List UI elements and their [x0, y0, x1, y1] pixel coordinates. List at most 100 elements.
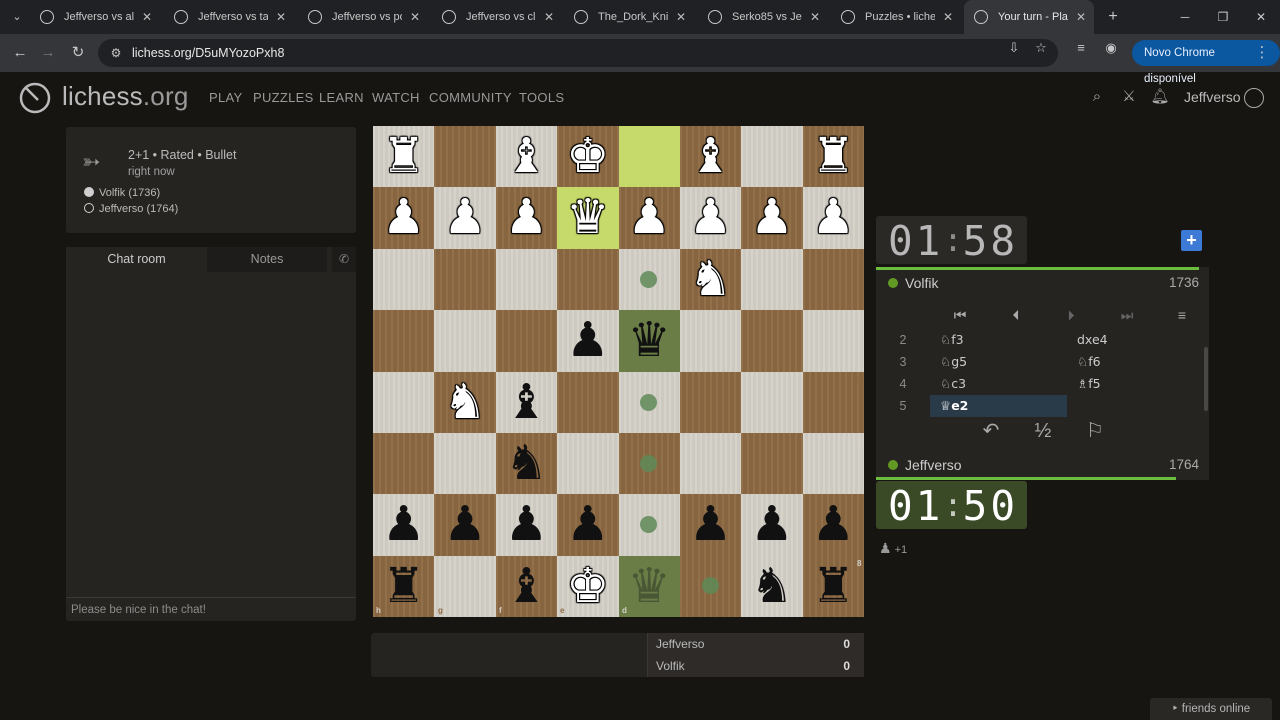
- move-hint-dot[interactable]: [640, 516, 657, 533]
- menu-hamburger-icon[interactable]: ≡: [1162, 301, 1202, 329]
- black-bishop-piece[interactable]: ♝: [496, 556, 557, 617]
- black-knight-piece[interactable]: ♞: [496, 433, 557, 494]
- browser-tab[interactable]: Jeffverso vs clag ✕: [432, 0, 562, 34]
- white-move[interactable]: ♘g5: [930, 351, 1067, 373]
- board-square[interactable]: [741, 126, 803, 188]
- my-name[interactable]: Jeffverso: [905, 451, 962, 479]
- white-player[interactable]: Volfik (1736): [84, 187, 160, 199]
- white-pawn-piece[interactable]: ♟: [434, 187, 495, 248]
- black-knight-piece[interactable]: ♞: [741, 556, 802, 617]
- close-icon[interactable]: ✕: [1076, 0, 1086, 34]
- black-pawn-piece[interactable]: ♟: [741, 494, 802, 555]
- browser-tab[interactable]: Jeffverso vs al_a ✕: [30, 0, 160, 34]
- move-hint-dot[interactable]: [640, 271, 657, 288]
- give-time-button[interactable]: +: [1181, 230, 1202, 251]
- move-hint-dot[interactable]: [640, 394, 657, 411]
- black-pawn-piece[interactable]: ♟: [434, 494, 495, 555]
- board-square[interactable]: [373, 310, 435, 372]
- white-knight-piece[interactable]: ♞: [680, 249, 741, 310]
- tab-search-icon[interactable]: ⌄: [6, 6, 28, 28]
- close-icon[interactable]: ✕: [142, 0, 152, 34]
- white-bishop-piece[interactable]: ♝: [496, 126, 557, 187]
- minimize-icon[interactable]: ─: [1166, 0, 1204, 34]
- black-player[interactable]: Jeffverso (1764): [84, 203, 178, 215]
- tab-chat-room[interactable]: Chat room: [66, 247, 207, 272]
- site-info-icon[interactable]: ⚙: [108, 45, 124, 61]
- nav-puzzles[interactable]: PUZZLES: [253, 90, 314, 105]
- board-square[interactable]: [434, 310, 496, 372]
- black-rook-piece[interactable]: ♜: [803, 556, 864, 617]
- chess-board[interactable]: ♜ ♝ ♚ ♝ ♜ ♟ ♟ ♟ ♛ ♟ ♟ ♟ ♟ ♞ ♞ ♟ ♛ ♝ ♞ ♟ …: [373, 126, 864, 617]
- board-square[interactable]: [679, 310, 742, 372]
- board-square[interactable]: [434, 555, 496, 617]
- black-pawn-piece[interactable]: ♟: [496, 494, 557, 555]
- browser-tab[interactable]: Puzzles • lichess ✕: [831, 0, 961, 34]
- white-move[interactable]: ♘f3: [930, 329, 1067, 351]
- white-rook-piece[interactable]: ♜: [803, 126, 864, 187]
- white-pawn-piece[interactable]: ♟: [373, 187, 434, 248]
- board-square[interactable]: [495, 248, 558, 311]
- lichess-logo-icon[interactable]: [18, 80, 52, 114]
- board-square[interactable]: [557, 248, 619, 311]
- bell-icon[interactable]: 🔔︎: [1150, 87, 1170, 107]
- next-move-icon[interactable]: ⏵: [1051, 301, 1091, 329]
- browser-tab[interactable]: The_Dork_Knight ✕: [564, 0, 694, 34]
- opponent-row[interactable]: Volfik 1736: [876, 269, 1209, 297]
- board-square[interactable]: [679, 371, 742, 433]
- black-pawn-piece[interactable]: ♟: [680, 494, 741, 555]
- install-app-icon[interactable]: ⇩: [1006, 40, 1022, 56]
- previous-move-icon[interactable]: ⏴: [996, 301, 1036, 329]
- board-square[interactable]: [679, 432, 742, 495]
- white-pawn-piece[interactable]: ♟: [741, 187, 802, 248]
- board-square[interactable]: [802, 310, 864, 372]
- address-bar[interactable]: ⚙ lichess.org/D5uMYozoPxh8: [98, 39, 1058, 67]
- black-bishop-piece[interactable]: ♝: [496, 372, 557, 433]
- browser-tab[interactable]: Serko85 vs Jeffv ✕: [698, 0, 828, 34]
- move-hint-dot[interactable]: [640, 455, 657, 472]
- black-move[interactable]: dxe4: [1067, 329, 1204, 351]
- board-square[interactable]: [802, 432, 864, 495]
- black-pawn-piece[interactable]: ♟: [557, 494, 618, 555]
- active-move[interactable]: ♕e2: [930, 395, 1067, 417]
- white-rook-piece[interactable]: ♜: [373, 126, 434, 187]
- browser-tab[interactable]: Jeffverso vs posi ✕: [298, 0, 428, 34]
- site-logo[interactable]: lichess.org: [62, 81, 188, 112]
- black-pawn-piece[interactable]: ♟: [373, 494, 434, 555]
- swords-icon[interactable]: ⚔: [1119, 87, 1139, 107]
- nav-community[interactable]: COMMUNITY: [429, 90, 512, 105]
- resign-flag-icon[interactable]: ⚐: [1080, 419, 1110, 443]
- close-icon[interactable]: ✕: [276, 0, 286, 34]
- browser-tab-active[interactable]: Your turn - Play ✕: [964, 0, 1094, 34]
- user-menu[interactable]: Jeffverso: [1184, 89, 1241, 105]
- white-queen-piece[interactable]: ♛: [557, 187, 618, 248]
- reload-icon[interactable]: ↻: [66, 41, 90, 65]
- nav-watch[interactable]: WATCH: [372, 90, 420, 105]
- white-move[interactable]: ♘c3: [930, 373, 1067, 395]
- media-queue-icon[interactable]: ≡: [1073, 40, 1089, 56]
- white-pawn-piece[interactable]: ♟: [496, 187, 557, 248]
- close-icon[interactable]: ✕: [544, 0, 554, 34]
- board-square[interactable]: [741, 248, 803, 311]
- profile-icon[interactable]: ◉: [1103, 40, 1119, 56]
- chat-input[interactable]: Please be nice in the chat!: [66, 597, 356, 621]
- board-square[interactable]: [557, 371, 619, 433]
- board-square[interactable]: [373, 432, 435, 495]
- board-square[interactable]: [741, 310, 803, 372]
- black-pawn-piece[interactable]: ♟: [557, 310, 618, 371]
- close-icon[interactable]: ✕: [410, 0, 420, 34]
- chrome-menu-icon[interactable]: ⋮: [1252, 41, 1272, 65]
- last-move-square[interactable]: [618, 126, 680, 188]
- nav-learn[interactable]: LEARN: [319, 90, 364, 105]
- close-icon[interactable]: ✕: [676, 0, 686, 34]
- white-pawn-piece[interactable]: ♟: [803, 187, 864, 248]
- new-tab-icon[interactable]: +: [1102, 6, 1124, 28]
- close-icon[interactable]: ✕: [810, 0, 820, 34]
- board-square[interactable]: [802, 371, 864, 433]
- avatar-icon[interactable]: [1244, 88, 1264, 108]
- board-square[interactable]: [741, 371, 803, 433]
- back-arrow-icon[interactable]: ←: [8, 41, 32, 65]
- white-bishop-piece[interactable]: ♝: [680, 126, 741, 187]
- friends-online-button[interactable]: ‣ friends online: [1150, 698, 1272, 720]
- white-king-piece[interactable]: ♚: [557, 126, 618, 187]
- white-knight-piece[interactable]: ♞: [434, 372, 495, 433]
